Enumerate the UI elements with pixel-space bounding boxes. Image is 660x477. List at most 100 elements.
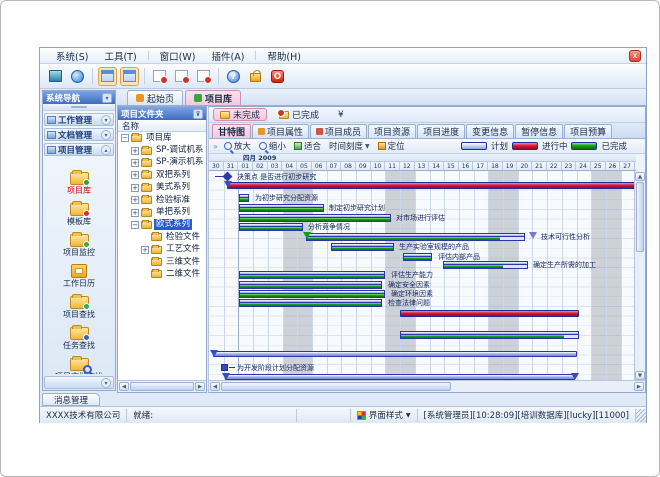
- nav-group-2[interactable]: 文档管理▾: [44, 128, 114, 141]
- sidebar-item-工作日历[interactable]: 工作日历: [44, 258, 114, 289]
- gantt-tab-项目成员[interactable]: 项目成员: [310, 124, 367, 138]
- tree-node-美式系列[interactable]: +美式系列: [118, 182, 206, 194]
- tree-node-检验标准[interactable]: +检验标准: [118, 194, 206, 206]
- sidebar-item-项目监控[interactable]: 项目监控: [44, 227, 114, 258]
- scrollbar-thumb[interactable]: [636, 182, 644, 252]
- gantt-tab-甘特图[interactable]: 甘特图: [212, 124, 251, 138]
- task-bar[interactable]: [443, 261, 528, 270]
- tree-node-二维文件[interactable]: 二维文件: [118, 268, 206, 280]
- filter-¥[interactable]: ¥: [331, 108, 351, 121]
- scroll-right-icon[interactable]: ▶: [634, 382, 644, 391]
- summary-bar[interactable]: [227, 182, 636, 189]
- close-icon[interactable]: x: [629, 50, 641, 62]
- exit-button[interactable]: O: [268, 67, 287, 86]
- monitor-button[interactable]: [46, 67, 65, 86]
- tab-起始页[interactable]: 起始页: [127, 90, 183, 105]
- scroll-up-icon[interactable]: ▲: [635, 172, 645, 181]
- task-bar[interactable]: [331, 243, 394, 252]
- task-bar[interactable]: [239, 214, 391, 223]
- sidebar-item-任务查找[interactable]: 任务查找: [44, 320, 114, 351]
- tree-node-SP-演示机系[interactable]: +SP-演示机系: [118, 157, 206, 169]
- tree-expand-icon[interactable]: −: [121, 134, 129, 142]
- tree-expand-icon[interactable]: +: [141, 246, 149, 254]
- filter-已完成[interactable]: 已完成: [272, 108, 326, 121]
- gantt-tab-项目进度[interactable]: 项目进度: [417, 124, 465, 138]
- nav-group-1[interactable]: 工作管理▾: [44, 113, 114, 126]
- tree-expand-icon[interactable]: −: [131, 221, 139, 229]
- scroll-left-icon[interactable]: ◀: [210, 382, 220, 391]
- sidebar-item-项目查找[interactable]: 项目查找: [44, 289, 114, 320]
- tree-node-单把系列[interactable]: +单把系列: [118, 206, 206, 218]
- nav-group-3[interactable]: 项目管理▴: [44, 143, 114, 156]
- task-bar[interactable]: [239, 204, 324, 213]
- zoom-in-button[interactable]: 放大: [222, 140, 253, 153]
- document-close-button[interactable]: [194, 67, 213, 86]
- locate-button[interactable]: 定位: [376, 140, 407, 153]
- task-bar[interactable]: [239, 271, 385, 280]
- window-button[interactable]: [98, 67, 117, 86]
- gantt-tab-项目属性[interactable]: 项目属性: [252, 124, 309, 138]
- help-button[interactable]: ?: [224, 67, 243, 86]
- gantt-tab-项目预算[interactable]: 项目预算: [564, 124, 612, 138]
- scroll-right-icon[interactable]: ▶: [195, 382, 205, 391]
- sidebar-item-项目文档查找[interactable]: 项目文档查找: [44, 351, 114, 374]
- document-open-button[interactable]: [172, 67, 191, 86]
- gantt-chart-canvas[interactable]: 决策点 是否进行初步研究为初步研究分配资源制定初步研究计划对市场进行评估分析竞争…: [209, 171, 636, 381]
- tree-horizontal-scrollbar[interactable]: ◀ ▶: [118, 380, 206, 392]
- tree-node-工艺文件[interactable]: +工艺文件: [118, 244, 206, 256]
- globe-button[interactable]: [68, 67, 87, 86]
- tree-expand-icon[interactable]: +: [131, 147, 139, 155]
- tree-node-项目库[interactable]: −项目库: [118, 132, 206, 144]
- sidebar-item-项目库[interactable]: 项目库: [44, 165, 114, 196]
- sidebar-item-模板库[interactable]: 模板库: [44, 196, 114, 227]
- tab-message-management[interactable]: 消息管理: [42, 393, 100, 406]
- chevron-up-icon[interactable]: ▴: [101, 145, 111, 155]
- resize-grip[interactable]: [636, 409, 646, 422]
- document-new-button[interactable]: [150, 67, 169, 86]
- tree-expand-icon[interactable]: +: [131, 209, 139, 217]
- gantt-tab-变更信息[interactable]: 变更信息: [466, 124, 514, 138]
- task-bar[interactable]: [239, 223, 303, 232]
- menu-item-2[interactable]: 工具(T): [96, 49, 144, 63]
- task-bar[interactable]: [306, 233, 525, 242]
- cascade-window-button[interactable]: [120, 67, 139, 86]
- scrollbar-thumb[interactable]: [130, 382, 194, 391]
- plan-bar[interactable]: [213, 351, 577, 357]
- filter-未完成[interactable]: 未完成: [213, 108, 267, 121]
- task-bar[interactable]: [403, 253, 432, 262]
- pin-icon[interactable]: ⊽: [193, 109, 203, 119]
- zoom-out-button[interactable]: 缩小: [257, 140, 288, 153]
- menu-item-4[interactable]: 插件(A): [203, 49, 252, 63]
- gantt-horizontal-scrollbar[interactable]: ◀ ▶: [209, 380, 645, 392]
- task-bar[interactable]: [239, 299, 382, 308]
- tree-node-欧式系列[interactable]: −欧式系列: [118, 219, 206, 231]
- overflow-chevron-icon[interactable]: »: [213, 142, 218, 151]
- tab-项目库[interactable]: 项目库: [185, 90, 241, 105]
- gantt-vertical-scrollbar[interactable]: ▲ ▼: [634, 171, 645, 381]
- tree-node-双把系列[interactable]: +双把系列: [118, 169, 206, 181]
- tree-node-三维文件[interactable]: 三维文件: [118, 256, 206, 268]
- scroll-left-icon[interactable]: ◀: [119, 382, 129, 391]
- nav-group-partial[interactable]: ▾: [44, 376, 114, 389]
- tree-expand-icon[interactable]: +: [131, 196, 139, 204]
- tree-expand-icon[interactable]: +: [131, 159, 139, 167]
- scrollbar-thumb[interactable]: [221, 382, 451, 391]
- fit-button[interactable]: 适合: [292, 140, 323, 153]
- gantt-tab-项目资源[interactable]: 项目资源: [368, 124, 416, 138]
- task-bar[interactable]: [400, 331, 579, 340]
- task-bar[interactable]: [239, 281, 382, 290]
- tree-expand-icon[interactable]: +: [131, 171, 139, 179]
- nav-collapse-strip[interactable]: [43, 104, 115, 111]
- menu-item-1[interactable]: 系统(S): [48, 49, 96, 63]
- timescale-button[interactable]: 时间刻度▼: [327, 140, 372, 153]
- summary-bar[interactable]: [400, 310, 579, 317]
- task-bar[interactable]: [239, 290, 385, 299]
- tree-node-检验文件[interactable]: 检验文件: [118, 231, 206, 243]
- task-bar[interactable]: [239, 194, 249, 203]
- chevron-down-icon[interactable]: ▾: [101, 130, 111, 140]
- gantt-tab-暂停信息[interactable]: 暂停信息: [515, 124, 563, 138]
- ui-style-button[interactable]: 界面样式 ▼: [351, 409, 418, 422]
- tree-expand-icon[interactable]: +: [131, 184, 139, 192]
- menu-item-3[interactable]: 窗口(W): [152, 49, 204, 63]
- scroll-down-icon[interactable]: ▼: [635, 371, 645, 380]
